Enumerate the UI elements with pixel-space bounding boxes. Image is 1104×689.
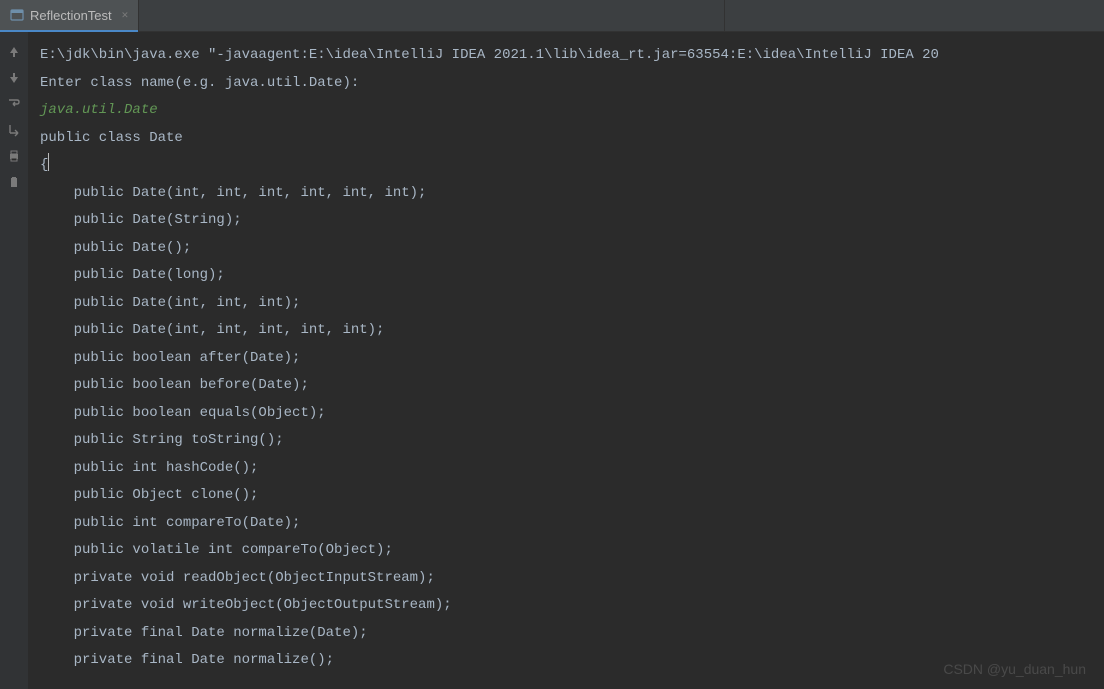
watermark: CSDN @yu_duan_hun	[943, 661, 1086, 677]
console-line: public Object clone();	[40, 482, 1092, 510]
run-tab-icon	[10, 8, 24, 22]
console-line: public boolean equals(Object);	[40, 400, 1092, 428]
console-line: public Date(long);	[40, 262, 1092, 290]
scroll-to-end-icon[interactable]	[6, 122, 22, 138]
console-line: public boolean before(Date);	[40, 372, 1092, 400]
tab-title: ReflectionTest	[30, 8, 112, 23]
main-area: E:\jdk\bin\java.exe "-javaagent:E:\idea\…	[0, 32, 1104, 689]
console-line: public class Date	[40, 125, 1092, 153]
tab-spacer	[138, 0, 724, 31]
clear-icon[interactable]	[6, 174, 22, 190]
console-user-input: java.util.Date	[40, 97, 1092, 125]
console-line: Enter class name(e.g. java.util.Date):	[40, 70, 1092, 98]
text-cursor	[48, 153, 49, 171]
console-line: public Date();	[40, 235, 1092, 263]
console-line: private final Date normalize();	[40, 647, 1092, 675]
soft-wrap-icon[interactable]	[6, 96, 22, 112]
console-line: public int hashCode();	[40, 455, 1092, 483]
arrow-down-icon[interactable]	[6, 70, 22, 86]
gutter-toolbar	[0, 32, 28, 689]
console-line: private void writeObject(ObjectOutputStr…	[40, 592, 1092, 620]
tab-reflection-test[interactable]: ReflectionTest ✕	[0, 0, 138, 32]
console-line: public String toString();	[40, 427, 1092, 455]
console-line: private final Date normalize(Date);	[40, 620, 1092, 648]
console-line: E:\jdk\bin\java.exe "-javaagent:E:\idea\…	[40, 42, 1092, 70]
console-line: public boolean after(Date);	[40, 345, 1092, 373]
tab-bar: ReflectionTest ✕	[0, 0, 1104, 32]
close-icon[interactable]: ✕	[122, 8, 129, 22]
console-line: private void readObject(ObjectInputStrea…	[40, 565, 1092, 593]
console-output[interactable]: E:\jdk\bin\java.exe "-javaagent:E:\idea\…	[28, 32, 1104, 689]
console-line: {	[40, 152, 1092, 180]
tab-spacer-right	[724, 0, 1104, 31]
console-line: public int compareTo(Date);	[40, 510, 1092, 538]
console-line: public Date(int, int, int, int, int, int…	[40, 180, 1092, 208]
console-line: public Date(String);	[40, 207, 1092, 235]
console-line: public Date(int, int, int, int, int);	[40, 317, 1092, 345]
console-line: public Date(int, int, int);	[40, 290, 1092, 318]
arrow-up-icon[interactable]	[6, 44, 22, 60]
console-line: public volatile int compareTo(Object);	[40, 537, 1092, 565]
print-icon[interactable]	[6, 148, 22, 164]
